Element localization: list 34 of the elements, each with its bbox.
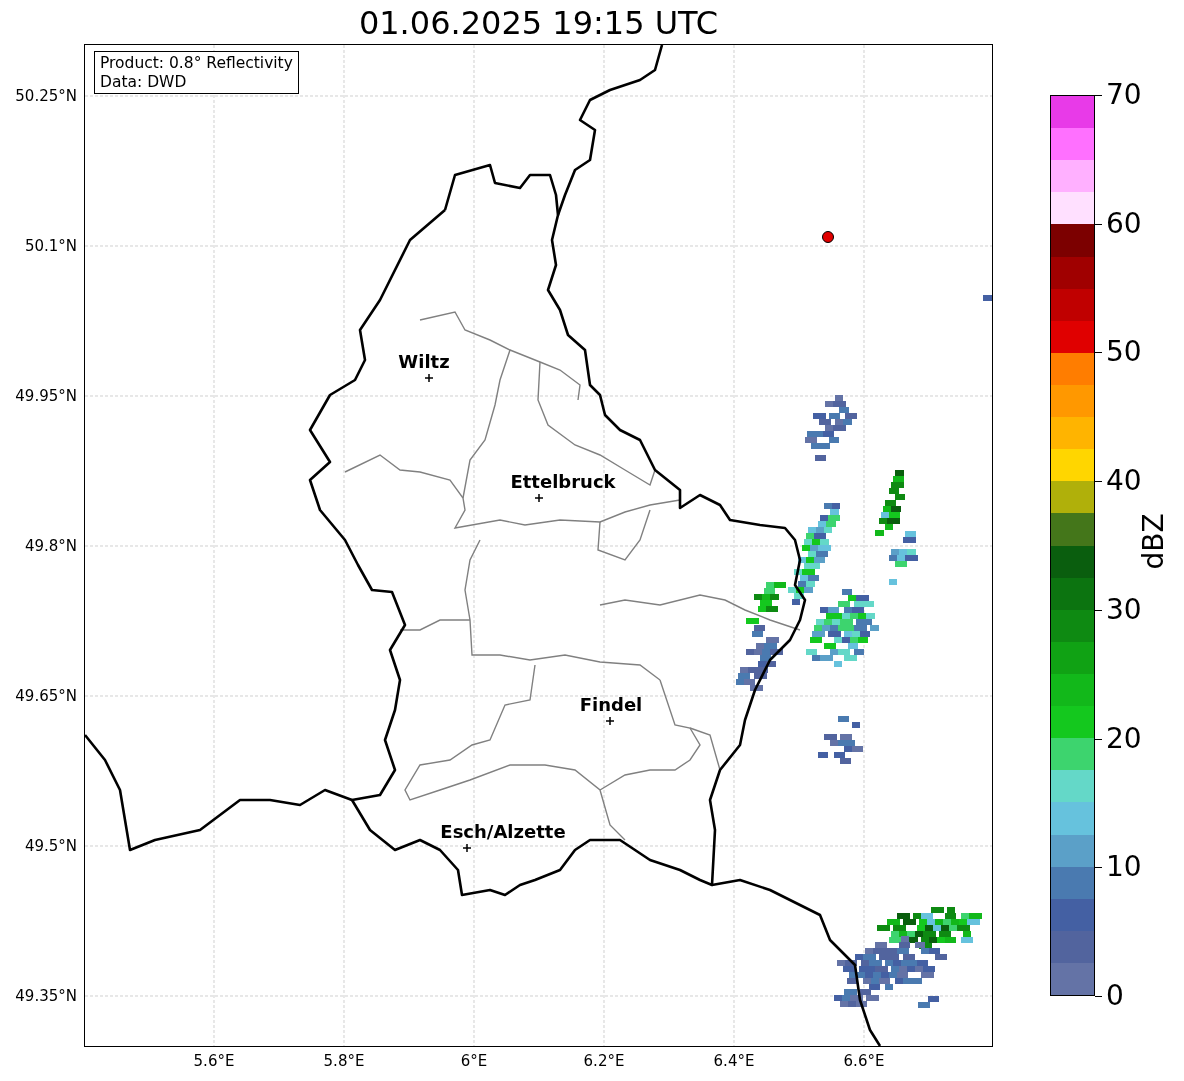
city-label: Esch/Alzette	[440, 821, 566, 842]
longitude-label: 6°E	[460, 1052, 488, 1070]
longitude-label: 6.2°E	[583, 1052, 625, 1070]
info-line: Product: 0.8° Reflectivity	[100, 54, 293, 73]
latitude-label: 50.25°N	[15, 87, 77, 105]
longitude-label: 5.8°E	[323, 1052, 365, 1070]
colorbar-tick-label: 0	[1095, 982, 1124, 1010]
city-label: Wiltz	[398, 351, 450, 372]
longitude-label: 5.6°E	[193, 1052, 235, 1070]
latitude-label: 49.8°N	[24, 537, 77, 555]
chart-title: 01.06.2025 19:15 UTC	[358, 6, 719, 39]
location-marker-icon	[822, 231, 834, 243]
latitude-label: 49.95°N	[15, 387, 77, 405]
info-line: Data: DWD	[100, 72, 188, 92]
longitude-label: 6.4°E	[713, 1052, 755, 1070]
colorbar-tick-label: 50	[1095, 338, 1142, 367]
city-marker-icon	[424, 373, 434, 383]
latitude-label: 49.5°N	[24, 837, 77, 855]
colorbar-tick-label: 60	[1095, 209, 1142, 238]
latitude-label: 50.1°N	[24, 237, 77, 255]
latitude-label: 49.35°N	[15, 987, 77, 1005]
latitude-label: 49.65°N	[15, 687, 77, 705]
city-marker-icon	[605, 716, 615, 726]
city-label: Findel	[579, 694, 643, 715]
city-marker-icon	[534, 493, 544, 503]
colorbar-tick-label: 20	[1095, 724, 1142, 753]
city-label: Ettelbruck	[510, 471, 616, 492]
colorbar-tick-label: 10	[1095, 853, 1142, 882]
colorbar-tick-label: 30	[1095, 595, 1142, 624]
colorbar-label: dBZ	[1136, 513, 1170, 570]
longitude-label: 6.6°E	[843, 1052, 885, 1070]
colorbar-tick-label: 40	[1095, 467, 1142, 496]
colorbar-tick-label: 70	[1095, 81, 1142, 109]
city-marker-icon	[462, 843, 472, 853]
